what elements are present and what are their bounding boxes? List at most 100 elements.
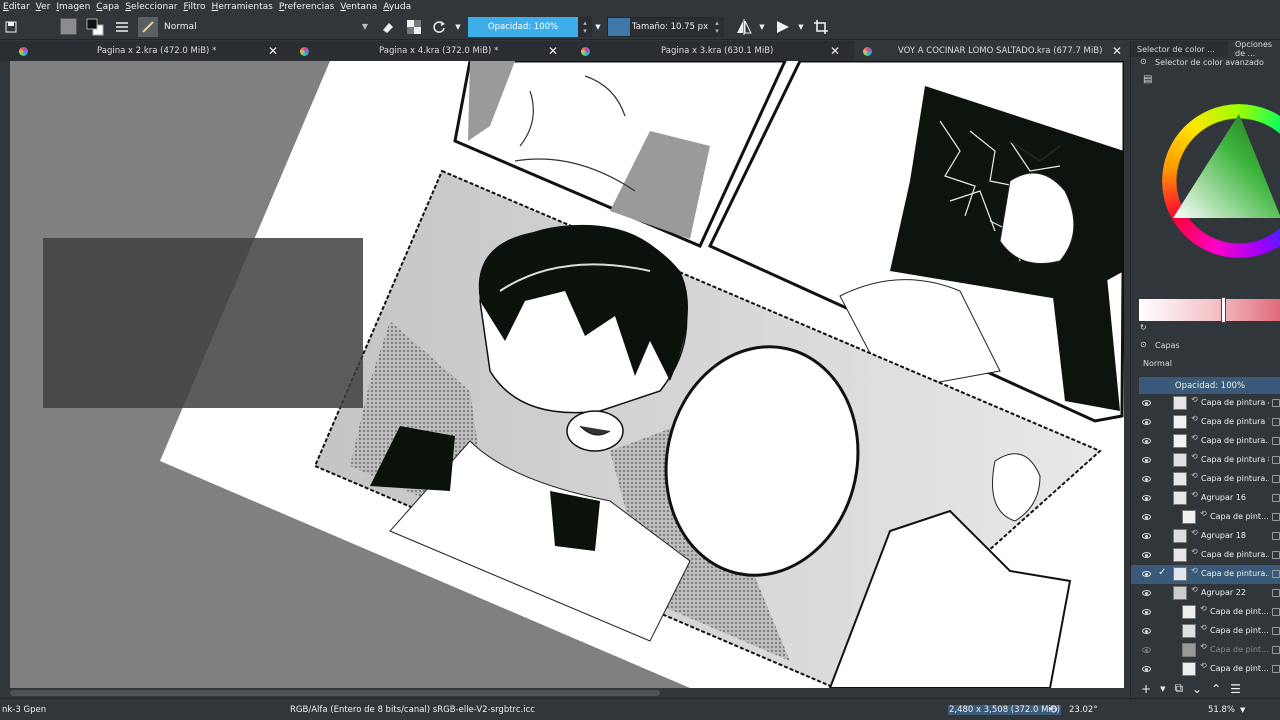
menu-item-ayuda[interactable]: Ayuda [380,2,414,12]
menu-item-editar[interactable]: Editar [0,2,33,12]
menu-item-ver[interactable]: Ver [33,2,54,12]
layer-row[interactable]: ⟲ Capa de pint... [1131,660,1280,679]
chevron-down-icon[interactable]: ▼ [593,17,603,37]
chevron-down-icon[interactable]: ▼ [1160,685,1165,693]
lock-icon[interactable] [1272,418,1280,426]
eye-icon[interactable] [1142,419,1151,425]
add-layer-icon[interactable]: + [1141,682,1151,696]
size-spinner[interactable]: ▴ ▾ [710,17,724,37]
layer-row[interactable]: ⟲ Agrupar 16 [1131,489,1280,508]
fg-bg-color-icon[interactable] [85,17,105,37]
close-icon[interactable]: ✕ [268,44,278,58]
lock-icon[interactable] [1272,570,1280,578]
layer-row[interactable]: ⟲ Capa de pint... [1131,508,1280,527]
lock-icon[interactable] [1272,551,1280,559]
lock-icon[interactable] [1272,475,1280,483]
eye-icon[interactable] [1142,533,1151,539]
lock-icon[interactable] [1272,437,1280,445]
brush-preset-icon[interactable] [138,17,158,37]
check-icon[interactable]: ✓ [1158,567,1166,578]
eye-icon[interactable] [1142,457,1151,463]
layer-properties-icon[interactable]: ☰ [1230,682,1241,696]
layer-row[interactable]: ✓ ⟲ Capa de pintura... [1131,565,1280,584]
refresh-icon[interactable]: ↻ [1140,323,1147,332]
eye-icon[interactable] [1142,666,1151,672]
chevron-down-icon[interactable]: ▼ [1240,706,1245,714]
settings-icon[interactable] [4,17,18,37]
rotate-icon[interactable]: ⟲ [1048,703,1057,716]
drawing-canvas[interactable] [10,61,1124,688]
layers-settings-icon[interactable]: ⊙ [1140,340,1147,349]
tab-document-2[interactable]: Pagina x 4.kra (372.0 MiB) * ✕ [290,41,572,61]
close-icon[interactable]: ✕ [548,44,558,58]
color-history-marker[interactable] [1221,297,1226,323]
menu-item-filtro[interactable]: Filtro [180,2,208,12]
chevron-down-icon[interactable]: ▼ [796,17,806,37]
lock-icon[interactable] [1272,627,1280,635]
lock-icon[interactable] [1272,532,1280,540]
color-settings-icon[interactable]: ▤ [1143,74,1152,85]
eye-icon[interactable] [1142,400,1151,406]
size-slider[interactable]: Tamaño: 10.75 px [607,17,723,37]
layer-row[interactable]: ⟲ Agrupar 18 [1131,527,1280,546]
brush-preset-swatch[interactable] [60,18,77,35]
menu-item-imagen[interactable]: Imagen [53,2,93,12]
close-icon[interactable]: ✕ [830,44,840,58]
wrap-around-icon[interactable] [810,17,832,37]
layer-row[interactable]: ⟲ Agrupar 22 [1131,584,1280,603]
lock-icon[interactable] [1272,646,1280,654]
eye-icon[interactable] [1142,647,1151,653]
layer-opacity-slider[interactable]: Opacidad: 100% [1139,377,1280,394]
chevron-down-icon[interactable]: ▼ [757,17,767,37]
eye-icon[interactable] [1142,495,1151,501]
menu-item-capa[interactable]: Capa [93,2,122,12]
eraser-icon[interactable] [378,17,398,37]
move-up-icon[interactable]: ⌃ [1211,682,1221,696]
eye-icon[interactable] [1142,476,1151,482]
scrollbar-thumb[interactable] [10,690,660,696]
lock-icon[interactable] [1272,513,1280,521]
tab-color-selector[interactable]: Selector de color ... [1131,41,1228,57]
eye-icon[interactable] [1142,514,1151,520]
eye-icon[interactable] [1142,552,1151,558]
tab-document-3[interactable]: Pagina x 3.kra (630.1 MiB) ✕ [572,41,854,61]
layer-row[interactable]: ⟲ Capa de pint... [1131,641,1280,660]
menu-item-seleccionar[interactable]: Seleccionar [122,2,180,12]
eye-icon[interactable] [1142,590,1151,596]
color-wheel[interactable] [1139,96,1280,271]
duplicate-layer-icon[interactable]: ⧉ [1174,681,1183,696]
panel-settings-icon[interactable]: ⊙ [1140,57,1147,66]
layer-row[interactable]: ⟲ Capa de pintura... [1131,432,1280,451]
zoom-level[interactable]: 51.8% [1208,705,1235,715]
opacity-spinner[interactable]: ▴ ▾ [578,17,592,37]
chevron-down-icon[interactable]: ▼ [452,17,464,37]
lock-icon[interactable] [1272,589,1280,597]
menu-item-ventana[interactable]: Ventana [337,2,380,12]
tab-tool-options[interactable]: Opciones de ... [1229,40,1280,58]
rotation-angle[interactable]: 23.02° [1069,705,1098,715]
lock-icon[interactable] [1272,608,1280,616]
lock-icon[interactable] [1272,665,1280,673]
layers-blend-mode[interactable]: Normal [1143,359,1172,368]
layer-row[interactable]: ⟲ Capa de pintura... [1131,470,1280,489]
menu-item-herramientas[interactable]: Herramientas [209,2,276,12]
layer-row[interactable]: ⟲ Capa de pintura 4 [1131,394,1280,413]
eye-icon[interactable] [1142,628,1151,634]
opacity-slider[interactable]: Opacidad: 100% [468,17,578,37]
layer-row[interactable]: ⟲ Capa de pintura 7 [1131,413,1280,432]
layer-row[interactable]: ⟲ Capa de pint... [1131,622,1280,641]
tab-document-4[interactable]: VOY A COCINAR LOMO SALTADO.kra (677.7 Mi… [854,41,1130,61]
layer-row[interactable]: ⟲ Capa de pint... [1131,603,1280,622]
move-down-icon[interactable]: ⌄ [1192,682,1202,696]
eye-icon[interactable] [1142,438,1151,444]
eye-icon[interactable] [1142,609,1151,615]
lock-icon[interactable] [1272,494,1280,502]
eye-icon[interactable] [1142,571,1151,577]
lock-icon[interactable] [1272,399,1280,407]
blend-mode-select[interactable]: Normal ▼ [160,18,372,36]
lock-icon[interactable] [1272,456,1280,464]
horizontal-scrollbar[interactable] [0,688,1130,698]
reload-preset-icon[interactable] [429,17,449,37]
menu-item-preferencias[interactable]: Preferencias [276,2,337,12]
brush-settings-icon[interactable] [112,17,132,37]
